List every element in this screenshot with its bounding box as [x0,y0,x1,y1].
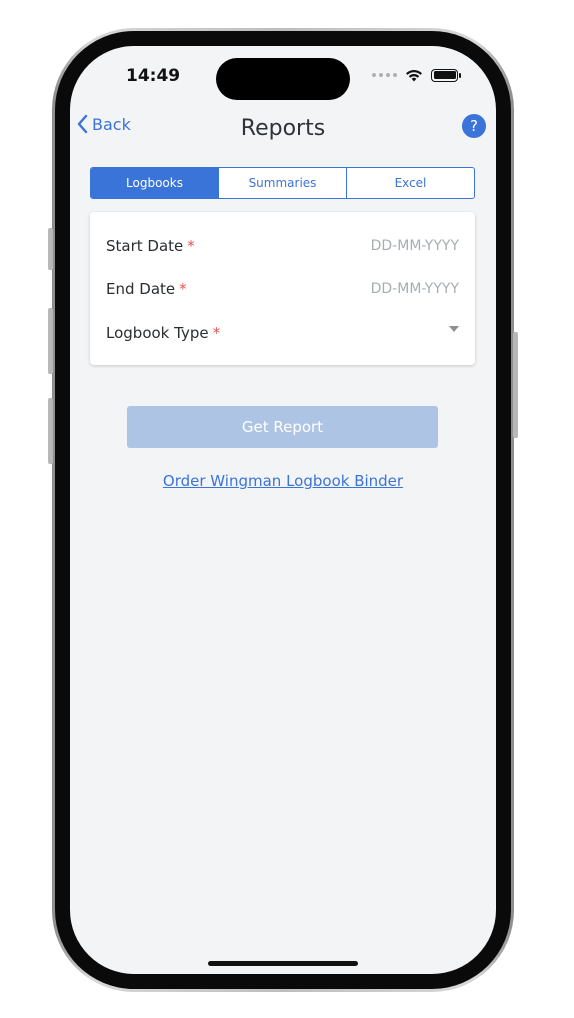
logbook-type-select[interactable]: Logbook Type * [106,321,459,345]
start-date-field[interactable]: Start Date * DD-MM-YYYY [106,234,459,258]
tab-excel[interactable]: Excel [346,168,474,198]
dynamic-island [216,58,350,100]
app-screen: 14:49 Back Reports ? Logbooks Summaries … [70,46,496,974]
page-title: Reports [240,116,326,141]
status-icons [372,68,461,82]
tab-logbooks[interactable]: Logbooks [91,168,218,198]
wifi-icon [406,69,422,81]
home-indicator[interactable] [208,961,358,966]
battery-icon [431,68,461,82]
required-asterisk: * [179,280,187,298]
volume-down-hardware [48,398,53,464]
action-button-hardware [48,228,53,270]
end-date-label: End Date * [106,280,187,298]
report-type-tabs: Logbooks Summaries Excel [90,167,475,199]
get-report-button[interactable]: Get Report [127,406,438,448]
volume-up-hardware [48,308,53,374]
question-mark-icon: ? [470,117,478,135]
start-date-placeholder: DD-MM-YYYY [370,238,459,254]
start-date-label: Start Date * [106,237,195,255]
end-date-field[interactable]: End Date * DD-MM-YYYY [106,277,459,301]
help-button[interactable]: ? [462,114,486,138]
end-date-placeholder: DD-MM-YYYY [370,281,459,297]
cellular-signal-icon [372,73,397,77]
required-asterisk: * [212,324,221,342]
order-binder-link[interactable]: Order Wingman Logbook Binder [70,472,496,490]
tab-summaries[interactable]: Summaries [218,168,346,198]
caret-down-icon [449,326,459,332]
status-time: 14:49 [126,66,181,86]
report-form-card: Start Date * DD-MM-YYYY End Date * DD-MM-Y… [90,212,475,365]
logbook-type-label: Logbook Type * [106,324,221,342]
required-asterisk: * [187,237,195,255]
power-button-hardware [513,332,518,438]
